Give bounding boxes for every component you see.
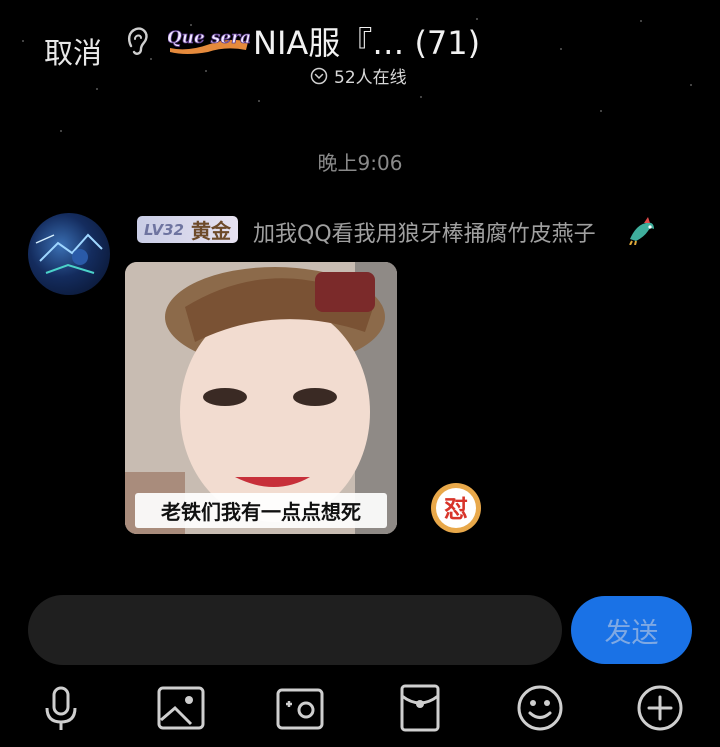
online-status[interactable]: 52人在线 xyxy=(310,63,407,88)
level-badge: LV32 黄金 xyxy=(137,216,238,243)
camera-icon[interactable] xyxy=(274,682,326,734)
image-icon[interactable] xyxy=(155,682,207,734)
svg-text:Que sera: Que sera xyxy=(168,28,250,48)
cancel-button[interactable]: 取消 xyxy=(44,30,102,72)
plus-icon[interactable] xyxy=(634,682,686,734)
message-input[interactable] xyxy=(28,595,562,665)
sender-nickname[interactable]: 加我QQ看我用狼牙棒捅腐竹皮燕子 xyxy=(253,216,596,248)
avatar-artwork xyxy=(35,233,103,274)
dragon-icon xyxy=(629,217,654,245)
emoji-icon[interactable] xyxy=(514,682,566,734)
send-button[interactable]: 发送 xyxy=(571,596,692,664)
meme-caption: 老铁们我有一点点想死 xyxy=(135,493,387,528)
online-count: 52人在线 xyxy=(334,68,407,88)
group-title[interactable]: NIA服『… (71) xyxy=(253,18,480,64)
chevron-down-circle-icon xyxy=(310,67,328,84)
svg-text:怼: 怼 xyxy=(444,495,468,523)
avatar[interactable] xyxy=(28,213,110,295)
level-text: LV32 xyxy=(144,220,184,239)
ear-icon[interactable] xyxy=(124,24,152,58)
rank-text: 黄金 xyxy=(190,219,231,243)
message-timestamp: 晚上9:06 xyxy=(317,151,403,175)
red-envelope-icon[interactable] xyxy=(394,682,446,734)
group-logo: Que sera xyxy=(168,28,250,54)
meme-image[interactable]: 老铁们我有一点点想死 xyxy=(125,262,397,534)
microphone-icon[interactable] xyxy=(35,682,87,734)
reaction-badge[interactable]: 怼 xyxy=(429,481,483,535)
